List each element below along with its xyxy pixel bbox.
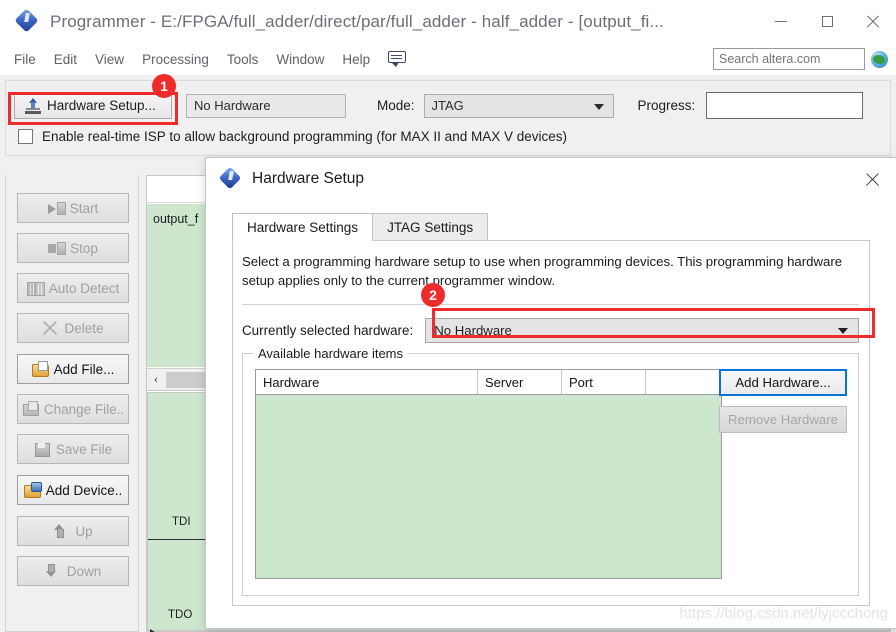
close-button[interactable] xyxy=(850,5,896,39)
annotation-badge-2: 2 xyxy=(421,283,445,307)
start-icon xyxy=(47,200,66,216)
realtime-isp-checkbox[interactable] xyxy=(18,129,33,144)
column-header-port[interactable]: Port xyxy=(562,370,646,394)
currently-selected-hardware-dropdown[interactable]: No Hardware xyxy=(425,318,859,343)
move-up-button[interactable]: Up xyxy=(17,516,129,546)
delete-button-label: Delete xyxy=(64,320,104,336)
dialog-close-button[interactable] xyxy=(856,166,888,192)
annotation-badge-1: 1 xyxy=(152,74,176,98)
progress-label: Progress: xyxy=(637,98,696,113)
add-device-button[interactable]: Add Device.. xyxy=(17,475,129,505)
auto-detect-icon xyxy=(26,280,45,296)
add-file-button[interactable]: Add File... xyxy=(17,354,129,384)
hardware-setup-button[interactable]: Hardware Setup... xyxy=(14,92,172,119)
save-file-button[interactable]: Save File xyxy=(17,434,129,464)
realtime-isp-label: Enable real-time ISP to allow background… xyxy=(42,129,567,144)
available-hardware-group: Available hardware items Hardware Server… xyxy=(242,346,859,596)
programmer-toolbar: Hardware Setup... No Hardware Mode: JTAG… xyxy=(5,80,891,156)
dialog-title: Hardware Setup xyxy=(252,170,365,187)
window-title: Programmer - E:/FPGA/full_adder/direct/p… xyxy=(50,11,664,31)
window-controls xyxy=(758,0,896,43)
current-hardware-display: No Hardware xyxy=(186,93,346,118)
hardware-chip-icon xyxy=(25,97,41,114)
menu-item-processing[interactable]: Processing xyxy=(133,49,218,70)
arrow-up-icon xyxy=(53,523,70,539)
watermark: https://blog.csdn.net/lyjccchong xyxy=(679,605,888,622)
add-device-icon xyxy=(23,482,42,498)
add-file-icon xyxy=(31,361,49,377)
menu-item-tools[interactable]: Tools xyxy=(218,49,268,70)
hardware-table-body xyxy=(256,395,721,577)
add-device-button-label: Add Device.. xyxy=(45,482,123,498)
column-header-blank[interactable] xyxy=(646,370,721,394)
start-button[interactable]: Start xyxy=(17,193,129,223)
column-header-server[interactable]: Server xyxy=(478,370,562,394)
move-down-button[interactable]: Down xyxy=(17,556,129,586)
maximize-button[interactable] xyxy=(804,5,850,39)
menu-item-help[interactable]: Help xyxy=(333,49,379,70)
divider xyxy=(242,304,859,305)
search-area xyxy=(713,48,888,70)
dialog-description: Select a programming hardware setup to u… xyxy=(242,254,843,289)
dialog-title-bar: Hardware Setup xyxy=(206,158,896,200)
menu-item-view[interactable]: View xyxy=(86,49,133,70)
stop-icon xyxy=(48,240,67,256)
currently-selected-hardware-row: Currently selected hardware: No Hardware xyxy=(242,318,859,343)
arrow-down-icon xyxy=(45,563,62,579)
auto-detect-button-label: Auto Detect xyxy=(48,280,120,296)
globe-icon[interactable] xyxy=(871,50,888,68)
available-hardware-group-title: Available hardware items xyxy=(253,346,408,361)
programmer-window: Programmer - E:/FPGA/full_adder/direct/p… xyxy=(0,0,896,632)
chain-file-label: output_f xyxy=(153,212,199,226)
minimize-button[interactable] xyxy=(758,5,804,39)
stop-button-label: Stop xyxy=(70,240,98,256)
chevron-down-icon xyxy=(593,103,604,110)
hardware-setup-dialog: Hardware Setup Hardware Settings JTAG Se… xyxy=(205,157,896,629)
scroll-left-icon[interactable]: ‹ xyxy=(147,369,165,390)
tab-hardware-settings[interactable]: Hardware Settings xyxy=(232,213,374,241)
auto-detect-button[interactable]: Auto Detect xyxy=(17,273,129,303)
mode-value: JTAG xyxy=(431,98,464,113)
mode-dropdown[interactable]: JTAG xyxy=(423,93,614,118)
add-hardware-button[interactable]: Add Hardware... xyxy=(719,369,847,396)
tdo-label: TDO xyxy=(168,609,193,621)
stop-button[interactable]: Stop xyxy=(17,233,129,263)
speech-bubble-icon[interactable] xyxy=(388,51,407,67)
quartus-diamond-icon xyxy=(14,7,40,34)
save-file-icon xyxy=(34,441,51,457)
start-button-label: Start xyxy=(69,200,99,216)
dialog-tabs: Hardware Settings JTAG Settings xyxy=(232,213,489,241)
search-input[interactable] xyxy=(713,48,865,70)
delete-button[interactable]: Delete xyxy=(17,313,129,343)
add-file-button-label: Add File... xyxy=(53,361,115,377)
column-header-hardware[interactable]: Hardware xyxy=(256,370,478,394)
menu-item-edit[interactable]: Edit xyxy=(45,49,86,70)
quartus-diamond-icon xyxy=(218,166,242,190)
menu-item-file[interactable]: File xyxy=(5,49,45,70)
progress-bar xyxy=(706,92,864,119)
chevron-down-icon xyxy=(838,328,848,334)
hardware-table[interactable]: Hardware Server Port xyxy=(255,369,722,579)
change-file-icon xyxy=(22,401,39,417)
change-file-button-label: Change File.. xyxy=(43,401,125,417)
menu-item-window[interactable]: Window xyxy=(267,49,333,70)
currently-selected-hardware-label: Currently selected hardware: xyxy=(242,323,414,338)
delete-icon xyxy=(42,320,59,336)
tdi-label: TDI xyxy=(172,516,191,528)
change-file-button[interactable]: Change File.. xyxy=(17,394,129,424)
currently-selected-hardware-value: No Hardware xyxy=(434,323,512,338)
programmer-action-sidebar: Start Stop Auto Detect Delete Add File..… xyxy=(5,175,139,632)
hardware-table-actions: Add Hardware... Remove Hardware xyxy=(719,369,847,433)
hardware-table-header: Hardware Server Port xyxy=(256,370,721,395)
mode-label: Mode: xyxy=(377,98,415,113)
title-bar: Programmer - E:/FPGA/full_adder/direct/p… xyxy=(0,0,896,43)
move-up-button-label: Up xyxy=(75,523,93,539)
remove-hardware-button[interactable]: Remove Hardware xyxy=(719,406,847,433)
hardware-settings-panel: Select a programming hardware setup to u… xyxy=(232,240,870,606)
tab-jtag-settings[interactable]: JTAG Settings xyxy=(372,213,489,241)
move-down-button-label: Down xyxy=(66,563,102,579)
hardware-setup-button-label: Hardware Setup... xyxy=(47,98,156,113)
save-file-button-label: Save File xyxy=(55,441,113,457)
